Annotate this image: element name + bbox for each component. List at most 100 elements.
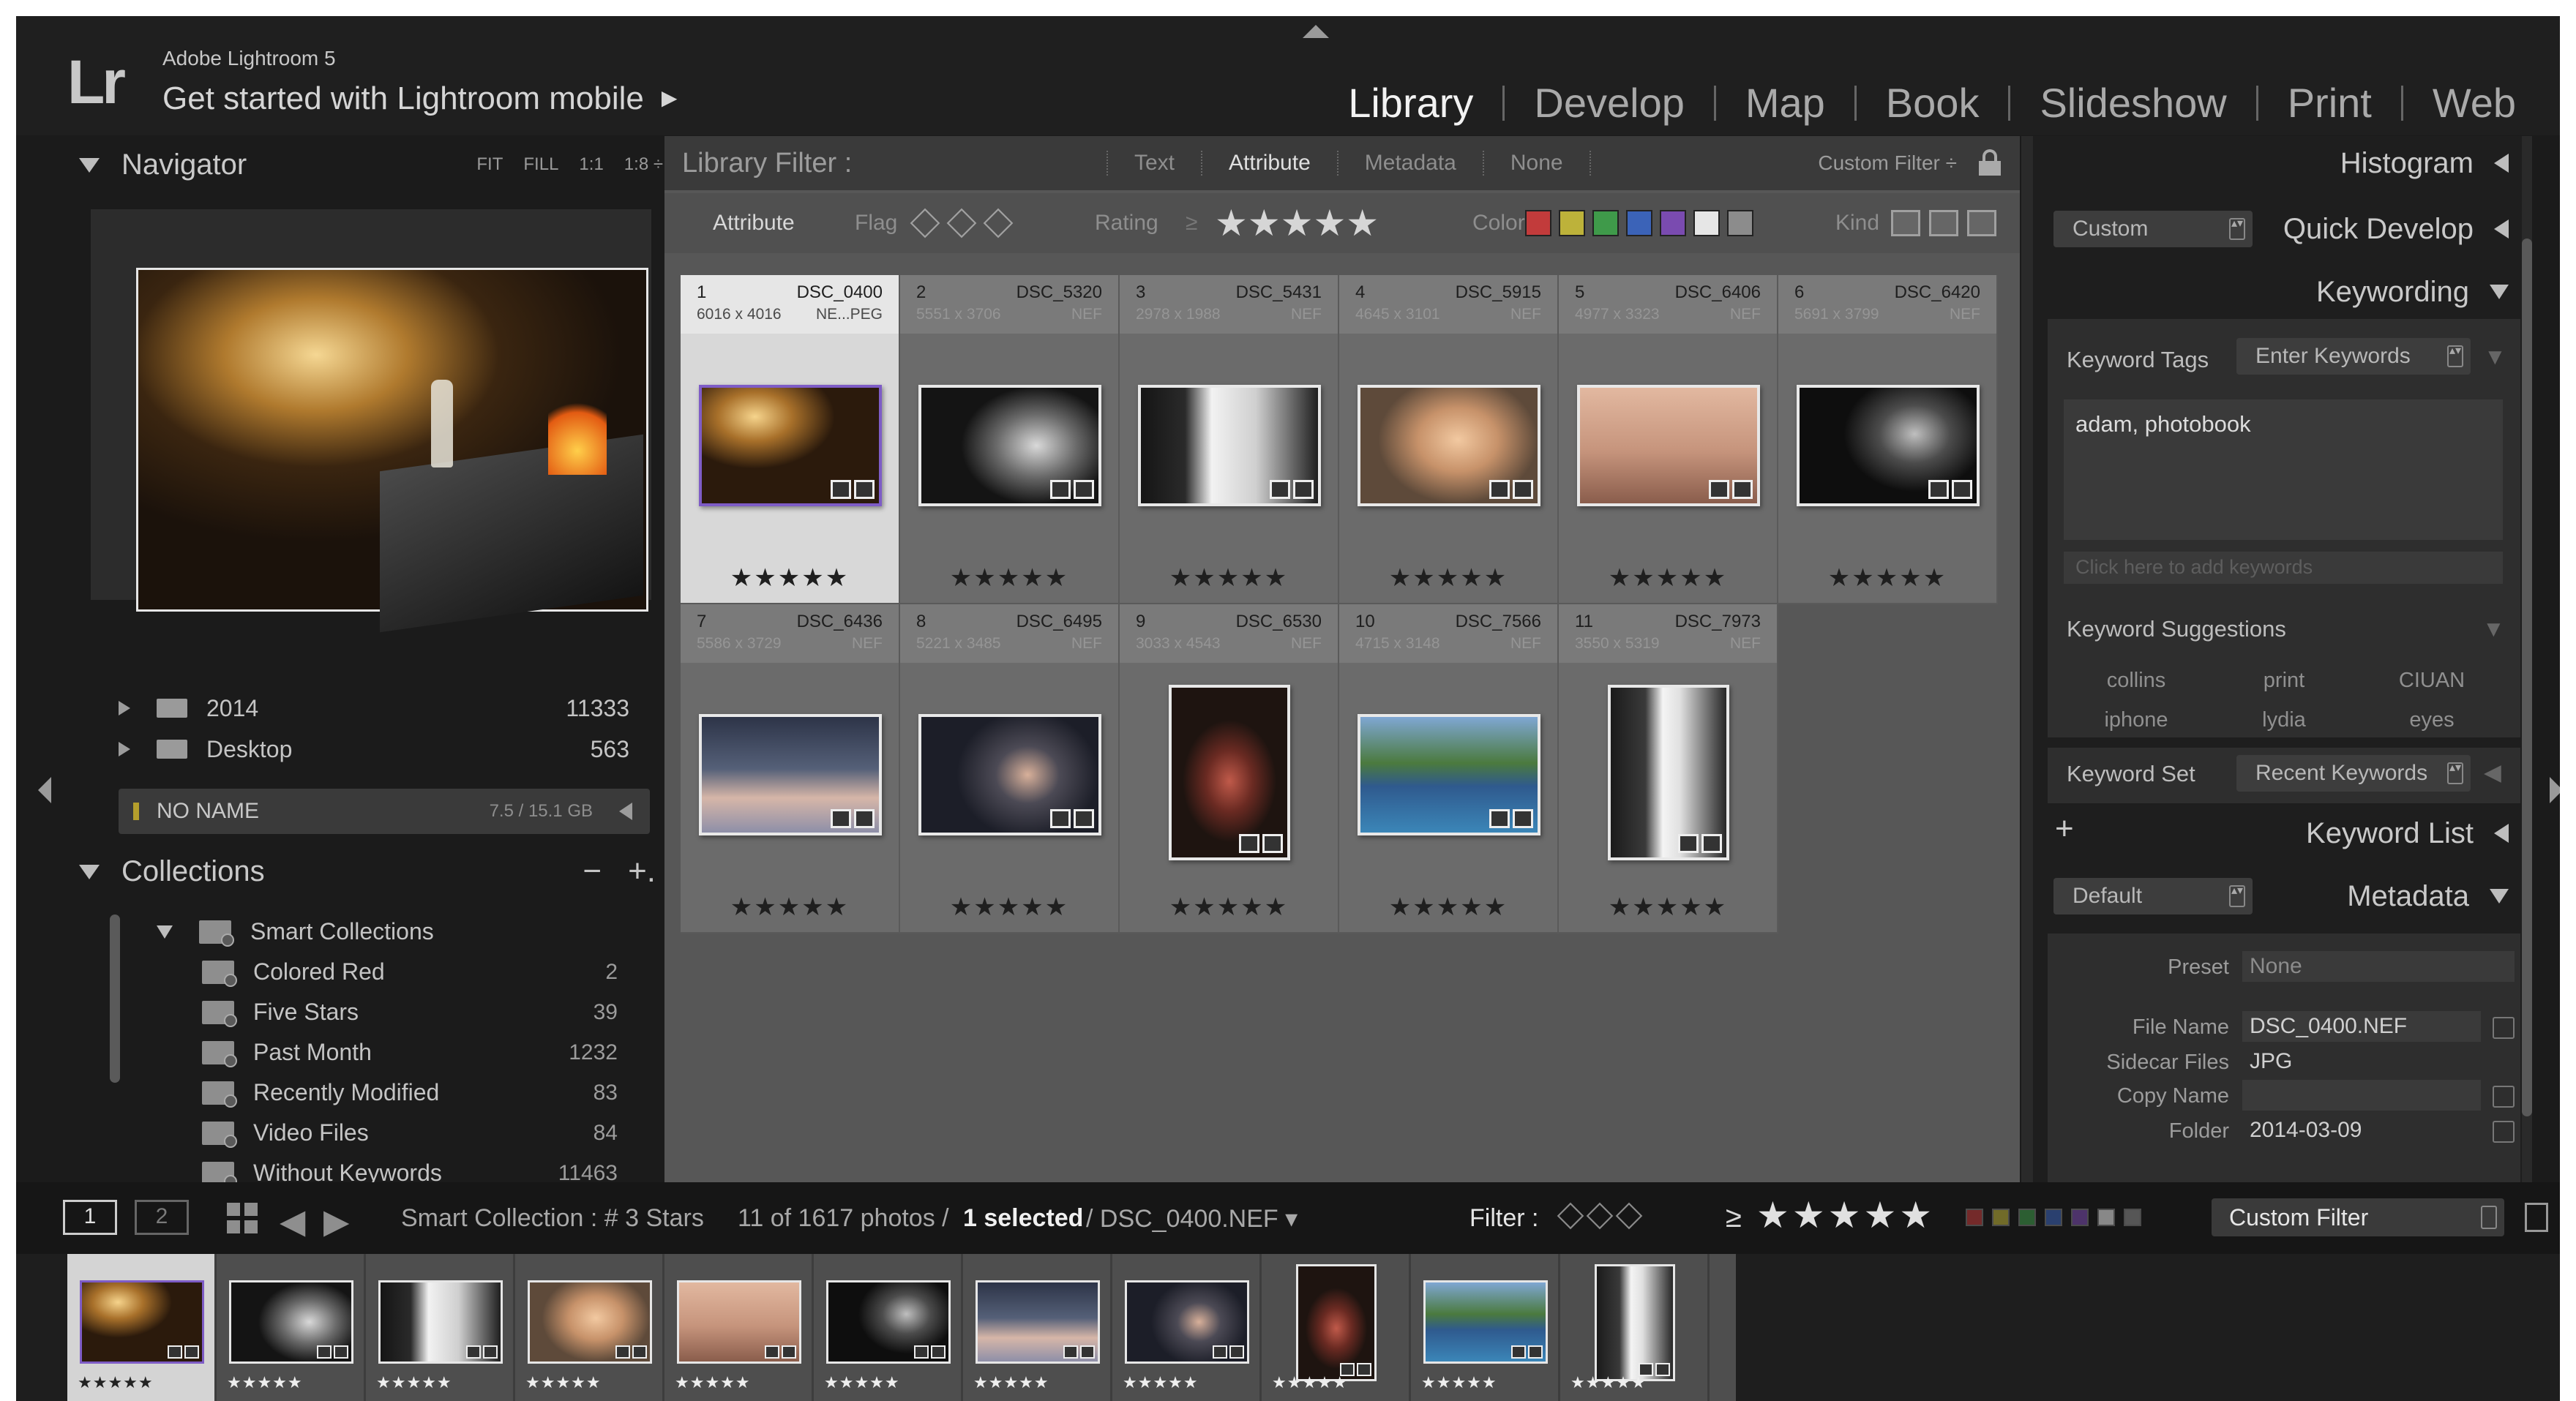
metadata-badge-icon[interactable] — [831, 809, 851, 828]
metadata-badge-icon[interactable] — [1928, 480, 1949, 499]
pick-flag-icon[interactable] — [1557, 1202, 1584, 1230]
photo-thumbnail[interactable] — [1797, 385, 1980, 506]
filmstrip-cell[interactable]: ★★★★★ — [1411, 1254, 1560, 1401]
filmstrip-thumbnail[interactable] — [826, 1280, 951, 1364]
filmstrip-thumbnail[interactable] — [528, 1280, 652, 1364]
color-chip[interactable] — [2124, 1209, 2141, 1226]
develop-badge-icon[interactable] — [1513, 480, 1533, 499]
pick-flag-icon[interactable] — [910, 208, 940, 238]
arrow-right-icon[interactable] — [2493, 1086, 2515, 1108]
grid-cell[interactable]: 3 DSC_5431 2978 x 1988 NEF ★★★★★ — [1120, 275, 1339, 604]
keyword-suggestion[interactable]: lydia — [2210, 708, 2358, 732]
photo-thumbnail[interactable] — [1577, 385, 1760, 506]
metadata-badge-icon[interactable] — [1489, 809, 1510, 828]
develop-badge-icon[interactable] — [1074, 480, 1094, 499]
develop-badge-icon[interactable] — [1262, 834, 1283, 853]
keyword-suggestion[interactable]: collins — [2062, 669, 2210, 693]
cell-rating[interactable]: ★★★★★ — [1559, 893, 1777, 922]
color-swatch[interactable] — [1693, 210, 1720, 236]
toggle-left-panel-icon[interactable] — [38, 777, 51, 803]
add-keywords-input[interactable]: Click here to add keywords — [2064, 552, 2503, 584]
photo-thumbnail[interactable] — [918, 714, 1101, 835]
filmstrip-cell[interactable]: ★★★★★ — [67, 1254, 217, 1401]
expand-triangle-icon[interactable]: ◀ — [2484, 759, 2501, 786]
filmstrip-thumbnail[interactable] — [677, 1280, 801, 1364]
toggle-right-panel-icon[interactable] — [2550, 777, 2560, 803]
color-chip[interactable] — [2071, 1209, 2089, 1226]
zoom-1-8[interactable]: 1:8 ÷ — [624, 154, 663, 175]
color-swatch[interactable] — [1559, 210, 1585, 236]
virtual-copy-kind-icon[interactable] — [1929, 210, 1958, 236]
back-arrow-icon[interactable]: ◀ — [280, 1201, 305, 1241]
photo-thumbnail[interactable] — [1608, 685, 1729, 860]
metadata-badge-icon[interactable] — [1709, 480, 1729, 499]
filmstrip-thumbnail[interactable] — [1125, 1280, 1249, 1364]
keyword-suggestion[interactable]: CIUAN — [2358, 669, 2506, 693]
develop-badge-icon[interactable] — [1513, 809, 1533, 828]
develop-badge-icon[interactable] — [1701, 834, 1722, 853]
navigator-preview-image[interactable] — [136, 268, 648, 633]
rating-stars-filter[interactable]: ★★★★★ — [1215, 202, 1379, 244]
rating-compare[interactable]: ≥ — [1726, 1201, 1742, 1234]
smart-collection-item[interactable]: Video Files 84 — [91, 1113, 651, 1153]
smart-collection-item[interactable]: Colored Red 2 — [91, 952, 651, 992]
mobile-link[interactable]: Get started with Lightroom mobile ▶ — [162, 80, 677, 117]
cell-rating[interactable]: ★★★★★ — [681, 893, 899, 922]
color-chip[interactable] — [1992, 1209, 2010, 1226]
photo-thumbnail[interactable] — [1169, 685, 1290, 860]
photo-thumbnail[interactable] — [1358, 714, 1540, 835]
develop-badge-icon[interactable] — [1293, 480, 1314, 499]
develop-badge-icon[interactable] — [854, 809, 875, 828]
zoom-fill[interactable]: FILL — [523, 154, 558, 175]
expand-triangle-icon[interactable] — [119, 742, 130, 756]
cell-rating[interactable]: ★★★★★ — [681, 563, 899, 593]
volume-row[interactable]: NO NAME 7.5 / 15.1 GB — [119, 789, 650, 834]
keyword-tags-mode-select[interactable]: Enter Keywords ▴▾ — [2236, 338, 2471, 375]
filter-preset-select[interactable]: Custom Filter ÷ — [1818, 151, 1957, 175]
cell-rating[interactable]: ★★★★★ — [1120, 563, 1338, 593]
forward-arrow-icon[interactable]: ▶ — [323, 1201, 349, 1241]
collapse-top-panel-icon[interactable] — [1303, 25, 1329, 38]
keyword-set-select[interactable]: Recent Keywords ▴▾ — [2236, 755, 2471, 792]
filmstrip-cell[interactable]: ★★★★★ — [366, 1254, 515, 1401]
unflagged-icon[interactable] — [1586, 1202, 1614, 1230]
filmstrip-thumbnail[interactable] — [229, 1280, 353, 1364]
module-library[interactable]: Library — [1319, 79, 1502, 127]
scrollbar-thumb[interactable] — [2522, 238, 2532, 1116]
cell-rating[interactable]: ★★★★★ — [1778, 563, 1996, 593]
keyword-suggestion[interactable]: print — [2210, 669, 2358, 693]
filter-tab-text[interactable]: Text — [1134, 151, 1175, 176]
grid-cell[interactable]: 1 DSC_0400 6016 x 4016 NE...PEG ★★★★★ — [681, 275, 900, 604]
selected-file[interactable]: / DSC_0400.NEF ▾ — [1086, 1204, 1298, 1233]
zoom-1-1[interactable]: 1:1 — [579, 154, 603, 175]
filter-tab-metadata[interactable]: Metadata — [1365, 151, 1456, 176]
filmstrip-cell[interactable]: ★★★★★ — [814, 1254, 963, 1401]
filmstrip-thumbnail[interactable] — [80, 1280, 204, 1364]
photo-thumbnail[interactable] — [1358, 385, 1540, 506]
expand-triangle-icon[interactable] — [119, 701, 130, 715]
cell-rating[interactable]: ★★★★★ — [1339, 563, 1557, 593]
cell-rating[interactable]: ★★★★★ — [1339, 893, 1557, 922]
metadata-header[interactable]: Metadata — [2347, 871, 2509, 922]
grid-cell[interactable]: 9 DSC_6530 3033 x 4543 NEF ★★★★★ — [1120, 604, 1339, 934]
photo-thumbnail[interactable] — [699, 385, 882, 506]
histogram-header[interactable]: Histogram — [2340, 138, 2509, 189]
collapse-triangle-icon[interactable]: ▼ — [2482, 616, 2505, 642]
reject-flag-icon[interactable] — [983, 208, 1014, 238]
filmstrip-cell[interactable]: ★★★★★ — [217, 1254, 366, 1401]
second-window-button[interactable]: 2 — [135, 1200, 189, 1235]
arrow-right-icon[interactable] — [2493, 1121, 2515, 1143]
quick-develop-header[interactable]: Quick Develop — [2283, 203, 2509, 255]
photo-thumbnail[interactable] — [918, 385, 1101, 506]
rating-compare[interactable]: ≥ — [1186, 211, 1197, 236]
smart-collection-item[interactable]: Recently Modified 83 — [91, 1073, 651, 1113]
metadata-preset-select[interactable]: Default ▴▾ — [2053, 878, 2253, 914]
module-book[interactable]: Book — [1857, 79, 2009, 127]
folder-row[interactable]: 2014 11333 — [91, 688, 651, 729]
photo-thumbnail[interactable] — [699, 714, 882, 835]
reject-flag-icon[interactable] — [1615, 1202, 1643, 1230]
metadata-badge-icon[interactable] — [1050, 809, 1071, 828]
source-label[interactable]: Smart Collection : # 3 Stars — [401, 1204, 704, 1233]
grid-cell[interactable]: 5 DSC_6406 4977 x 3323 NEF ★★★★★ — [1559, 275, 1778, 604]
module-web[interactable]: Web — [2403, 79, 2545, 127]
